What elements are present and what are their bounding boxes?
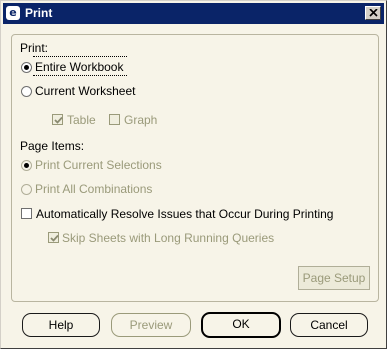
- skip-sheets-label: Skip Sheets with Long Running Queries: [62, 231, 275, 245]
- table-label: Table: [67, 113, 96, 127]
- radio-button[interactable]: [21, 184, 32, 195]
- preview-button[interactable]: Preview: [111, 313, 191, 337]
- checkbox[interactable]: [52, 114, 63, 125]
- page-setup-button[interactable]: Page Setup: [298, 266, 370, 290]
- page-items-section-label: Page Items:: [20, 139, 85, 153]
- checkbox[interactable]: [48, 232, 59, 243]
- close-button[interactable]: [365, 6, 381, 20]
- checkbox[interactable]: [109, 114, 120, 125]
- checkmark-icon: [54, 116, 63, 124]
- window-title: Print: [25, 6, 53, 20]
- title-bar[interactable]: e Print: [3, 3, 384, 24]
- print-section-label: Print:: [20, 41, 49, 55]
- ok-button[interactable]: OK: [201, 312, 281, 338]
- print-all-combinations-label: Print All Combinations: [35, 182, 153, 196]
- auto-resolve-label: Automatically Resolve Issues that Occur …: [36, 207, 334, 221]
- checkmark-icon: [50, 234, 59, 242]
- checkbox[interactable]: [21, 208, 32, 219]
- radio-button[interactable]: [21, 160, 32, 171]
- graph-label: Graph: [124, 113, 158, 127]
- print-current-selections-label: Print Current Selections: [35, 158, 162, 172]
- options-panel: Print: Entire Workbook Current Worksheet…: [11, 34, 379, 302]
- close-icon: [369, 9, 378, 17]
- cancel-button[interactable]: Cancel: [290, 313, 368, 337]
- entire-workbook-label: Entire Workbook: [35, 60, 124, 74]
- current-worksheet-label: Current Worksheet: [35, 84, 136, 98]
- app-icon: e: [6, 6, 20, 20]
- radio-button[interactable]: [21, 86, 32, 97]
- help-button[interactable]: Help: [22, 313, 100, 337]
- radio-button[interactable]: [21, 62, 32, 73]
- print-dialog: e Print Print: Entire Workbook Current W…: [0, 0, 387, 349]
